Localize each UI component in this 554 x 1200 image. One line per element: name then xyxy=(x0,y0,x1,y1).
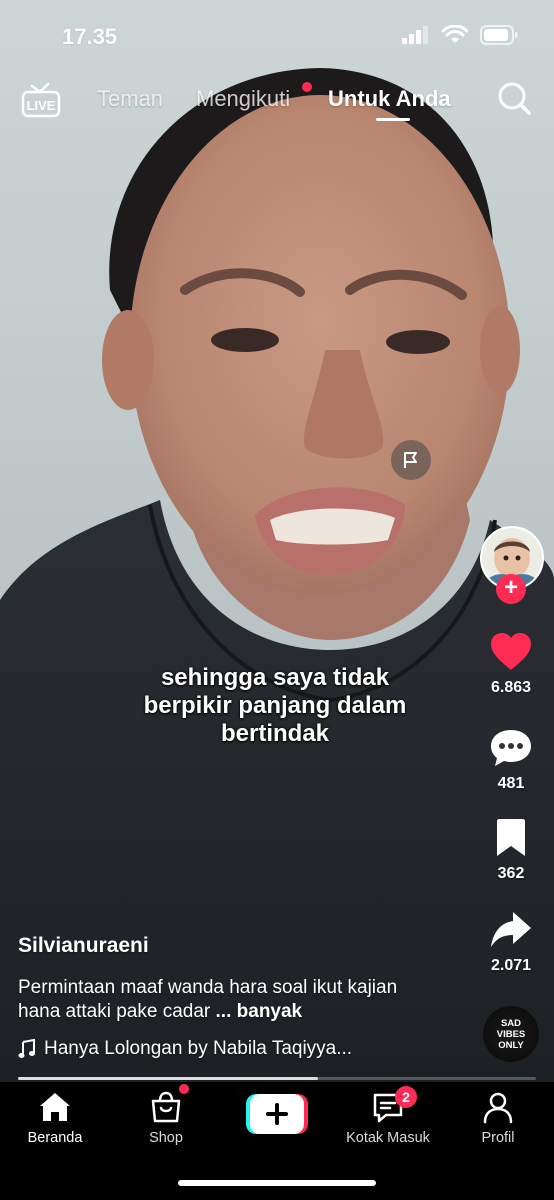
tab-teman[interactable]: Teman xyxy=(97,86,163,112)
status-time: 17.35 xyxy=(62,24,118,49)
video-progress-bar[interactable] xyxy=(18,1077,536,1080)
home-indicator[interactable] xyxy=(178,1180,376,1186)
nav-beranda[interactable]: Beranda xyxy=(5,1090,105,1146)
follow-button[interactable]: + xyxy=(496,574,526,604)
save-count: 362 xyxy=(497,865,525,882)
save-button[interactable]: 362 xyxy=(471,818,551,883)
music-disc-text-2: VIBES xyxy=(496,1028,526,1040)
top-navigation: LIVE Teman Mengikuti Untuk Anda xyxy=(0,80,554,130)
description-text: Permintaan maaf wanda hara soal ikut kaj… xyxy=(18,977,398,1022)
cellular-signal-icon xyxy=(402,26,428,44)
tab-untuk-anda[interactable]: Untuk Anda xyxy=(328,86,451,112)
status-icons xyxy=(402,25,518,45)
comment-icon xyxy=(491,730,531,766)
music-note-icon xyxy=(18,1039,35,1058)
music-disc-text-1: SAD xyxy=(500,1017,522,1029)
flag-icon xyxy=(404,452,417,468)
tab-mengikuti[interactable]: Mengikuti xyxy=(196,86,290,112)
nav-kotak-masuk[interactable]: Kotak Masuk xyxy=(338,1090,438,1146)
report-flag-button[interactable] xyxy=(391,440,431,480)
music-info[interactable]: Hanya Lolongan by Nabila Taqiyya... xyxy=(18,1038,352,1060)
profile-person-icon xyxy=(483,1092,513,1124)
create-button[interactable] xyxy=(246,1094,308,1134)
wifi-icon xyxy=(442,25,468,43)
inbox-badge: 2 xyxy=(395,1086,417,1108)
like-button[interactable]: 6.863 xyxy=(471,632,551,697)
caption-line-2: berpikir panjang dalam xyxy=(143,692,407,719)
comment-count: 481 xyxy=(497,775,525,792)
music-title: Hanya Lolongan by Nabila Taqiyya... xyxy=(44,1038,353,1059)
nav-beranda-label: Beranda xyxy=(27,1130,83,1146)
mengikuti-notification-dot xyxy=(302,82,312,92)
video-caption-overlay: sehingga saya tidak berpikir panjang dal… xyxy=(100,664,450,748)
like-count: 6.863 xyxy=(490,679,532,696)
music-disc-text-3: ONLY xyxy=(498,1039,524,1051)
video-description[interactable]: Permintaan maaf wanda hara soal ikut kaj… xyxy=(18,976,438,1024)
video-progress-fill xyxy=(18,1077,319,1080)
bookmark-icon xyxy=(497,819,525,856)
share-count: 2.071 xyxy=(490,957,532,974)
search-icon[interactable] xyxy=(496,80,532,116)
nav-profil[interactable]: Profil xyxy=(448,1090,548,1146)
share-arrow-icon xyxy=(491,912,531,947)
caption-line-3: bertindak xyxy=(220,720,330,747)
creator-username[interactable]: Silvianuraeni xyxy=(18,934,149,958)
nav-profil-label: Profil xyxy=(481,1130,515,1146)
live-button[interactable]: LIVE xyxy=(20,80,62,120)
caption-line-1: sehingga saya tidak xyxy=(160,664,390,691)
status-bar: 17.35 xyxy=(0,0,554,70)
music-disc[interactable]: SAD VIBES ONLY xyxy=(483,1006,539,1062)
nav-shop-label: Shop xyxy=(149,1130,183,1146)
shopping-bag-icon xyxy=(151,1091,181,1123)
battery-icon xyxy=(480,25,518,45)
shop-notification-dot xyxy=(179,1084,189,1094)
nav-shop[interactable]: Shop xyxy=(116,1090,216,1146)
home-icon xyxy=(40,1093,70,1121)
description-more-link[interactable]: ... banyak xyxy=(216,1001,303,1022)
comment-button[interactable]: 481 xyxy=(471,728,551,793)
share-button[interactable]: 2.071 xyxy=(471,910,551,975)
nav-kotak-masuk-label: Kotak Masuk xyxy=(346,1130,430,1146)
active-tab-indicator xyxy=(376,118,410,121)
heart-icon xyxy=(491,633,531,670)
live-label: LIVE xyxy=(27,98,56,113)
